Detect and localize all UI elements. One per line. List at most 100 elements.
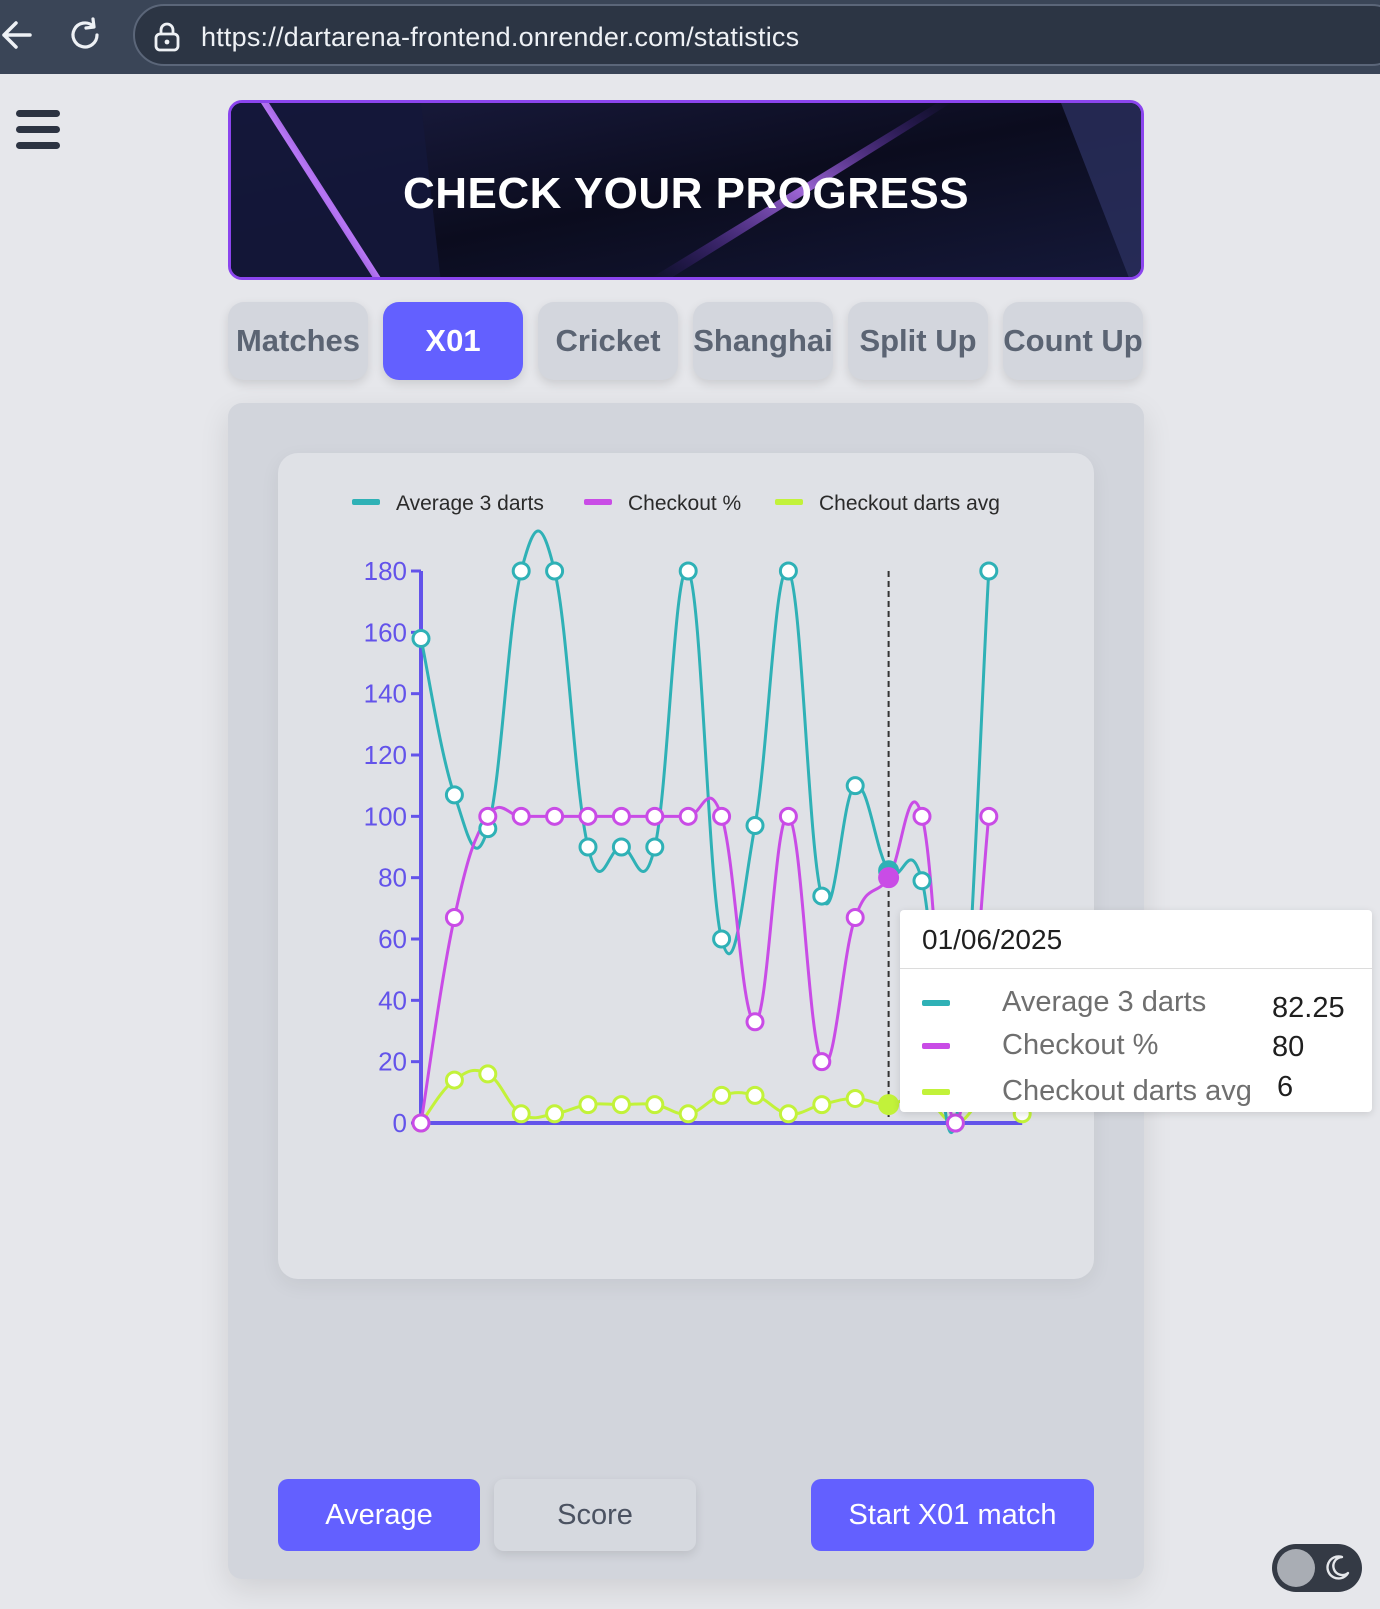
data-point[interactable] <box>812 1052 832 1072</box>
toggle-knob <box>1277 1549 1315 1587</box>
tooltip-row-average: Average 3 darts 82.25 <box>922 984 1362 1024</box>
tooltip-swatch-average <box>922 1000 950 1006</box>
arrow-left-icon[interactable] <box>0 15 34 55</box>
y-tick-label: 20 <box>378 1047 407 1077</box>
tooltip-value: 80 <box>1272 1031 1305 1063</box>
moon-icon <box>1326 1555 1350 1580</box>
data-point[interactable] <box>545 806 565 826</box>
tooltip-label: Checkout % <box>1002 1029 1159 1061</box>
tooltip-row-checkout-darts: Checkout darts avg 6 <box>922 1071 1362 1113</box>
y-tick-label: 100 <box>364 801 407 831</box>
tab-count-up[interactable]: Count Up <box>1003 302 1143 380</box>
data-point[interactable] <box>845 1088 865 1108</box>
chart-tooltip: 01/06/2025 Average 3 darts 82.25 Checkou… <box>900 910 1372 1112</box>
data-point[interactable] <box>511 561 531 581</box>
data-point[interactable] <box>444 1070 464 1090</box>
line-chart[interactable]: Average 3 darts Checkout % Checkout darts … <box>278 453 1094 1279</box>
y-tick-label: 140 <box>364 679 407 709</box>
tooltip-swatch-checkout-pct <box>922 1043 950 1049</box>
page-title: CHECK YOUR PROGRESS <box>402 169 970 218</box>
score-button[interactable]: Score <box>494 1479 696 1551</box>
data-point[interactable] <box>411 628 431 648</box>
data-point[interactable] <box>678 806 698 826</box>
tooltip-value: 6 <box>1277 1071 1294 1103</box>
data-point[interactable] <box>912 806 932 826</box>
tab-cricket[interactable]: Cricket <box>538 302 678 380</box>
data-point[interactable] <box>745 1012 765 1032</box>
data-point[interactable] <box>979 806 999 826</box>
tab-matches[interactable]: Matches <box>228 302 368 380</box>
data-point[interactable] <box>511 806 531 826</box>
data-point[interactable] <box>712 929 732 949</box>
data-point[interactable] <box>578 837 598 857</box>
data-point[interactable] <box>578 806 598 826</box>
tab-split-up[interactable]: Split Up <box>848 302 988 380</box>
average-button[interactable]: Average <box>278 1479 480 1551</box>
url-text[interactable]: https://dartarena-frontend.onrender.com/… <box>201 22 799 53</box>
legend-label[interactable]: Checkout % <box>628 492 741 515</box>
legend-label[interactable]: Average 3 darts <box>396 492 544 515</box>
tooltip-date: 01/06/2025 <box>922 924 1063 955</box>
data-point[interactable] <box>745 816 765 836</box>
y-tick-label: 0 <box>393 1108 407 1138</box>
legend-swatch[interactable] <box>352 499 380 505</box>
data-point[interactable] <box>979 561 999 581</box>
tooltip-label: Average 3 darts <box>1002 986 1207 1018</box>
y-tick-label: 120 <box>364 740 407 770</box>
tooltip-value: 82.25 <box>1272 992 1345 1024</box>
reload-icon[interactable] <box>66 16 104 54</box>
tab-shanghai[interactable]: Shanghai <box>693 302 833 380</box>
y-tick-label: 40 <box>378 985 407 1015</box>
data-point[interactable] <box>845 776 865 796</box>
data-point[interactable] <box>611 837 631 857</box>
data-point[interactable] <box>444 785 464 805</box>
tab-x01[interactable]: X01 <box>383 302 523 380</box>
data-point[interactable] <box>444 908 464 928</box>
data-point[interactable] <box>945 1113 965 1133</box>
theme-toggle[interactable] <box>1272 1544 1362 1592</box>
y-tick-label: 80 <box>378 863 407 893</box>
legend-label[interactable]: Checkout darts avg <box>819 492 1000 515</box>
browser-toolbar: https://dartarena-frontend.onrender.com/… <box>0 0 1380 74</box>
y-tick-label: 160 <box>364 617 407 647</box>
data-point[interactable] <box>812 1095 832 1115</box>
y-tick-label: 180 <box>364 556 407 586</box>
data-point[interactable] <box>478 806 498 826</box>
page-banner: CHECK YOUR PROGRESS <box>228 100 1144 280</box>
data-point[interactable] <box>645 1095 665 1115</box>
lock-icon[interactable] <box>153 22 181 52</box>
data-point[interactable] <box>812 886 832 906</box>
data-point[interactable] <box>545 1104 565 1124</box>
data-point[interactable] <box>778 806 798 826</box>
start-x01-match-button[interactable]: Start X01 match <box>811 1479 1094 1551</box>
data-point[interactable] <box>778 1104 798 1124</box>
tooltip-swatch-checkout-darts <box>922 1089 950 1095</box>
tooltip-divider <box>900 968 1372 969</box>
data-point[interactable] <box>511 1104 531 1124</box>
data-point[interactable] <box>912 871 932 891</box>
data-point[interactable] <box>611 806 631 826</box>
tooltip-label: Checkout darts avg <box>1002 1075 1252 1107</box>
data-point[interactable] <box>845 908 865 928</box>
data-point[interactable] <box>545 561 565 581</box>
data-point[interactable] <box>645 806 665 826</box>
data-point[interactable] <box>712 1085 732 1105</box>
data-point[interactable] <box>678 1104 698 1124</box>
data-point[interactable] <box>678 561 698 581</box>
legend-swatch[interactable] <box>775 499 803 505</box>
y-tick-label: 60 <box>378 924 407 954</box>
data-point[interactable] <box>745 1085 765 1105</box>
hamburger-icon[interactable] <box>16 110 60 150</box>
data-point[interactable] <box>578 1095 598 1115</box>
data-point[interactable] <box>778 561 798 581</box>
data-point[interactable] <box>878 1094 900 1116</box>
data-point[interactable] <box>712 806 732 826</box>
data-point[interactable] <box>411 1113 431 1133</box>
address-bar[interactable]: https://dartarena-frontend.onrender.com/… <box>133 4 1380 66</box>
data-point[interactable] <box>478 1064 498 1084</box>
data-point[interactable] <box>611 1095 631 1115</box>
data-point[interactable] <box>878 867 900 889</box>
data-point[interactable] <box>645 837 665 857</box>
legend-swatch[interactable] <box>584 499 612 505</box>
tooltip-row-checkout-pct: Checkout % 80 <box>922 1027 1362 1067</box>
